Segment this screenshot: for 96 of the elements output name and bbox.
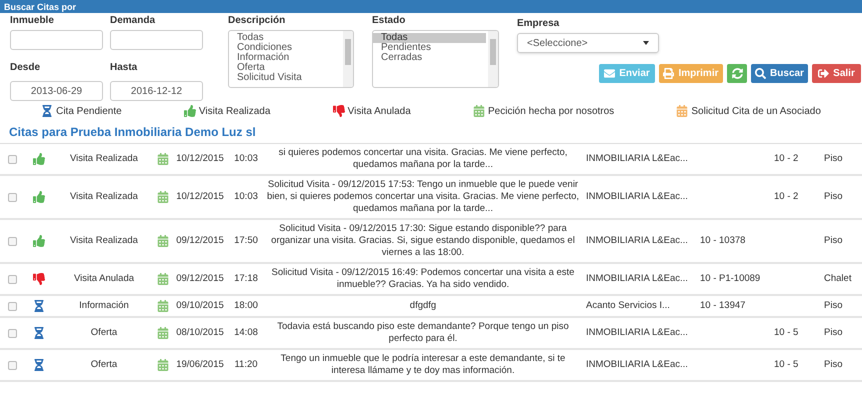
date-field[interactable]: 2013-06-29 xyxy=(10,81,103,101)
table-cell-text: 10 - 5 xyxy=(773,358,800,372)
select-dropdown[interactable]: <Seleccione> xyxy=(517,33,659,53)
legend-label: Visita Anulada xyxy=(348,104,411,118)
list-option[interactable]: Información xyxy=(229,53,341,63)
exit-icon xyxy=(818,68,830,79)
table-cell-text: Solicitud Visita - 09/12/2015 17:53: Tengo un inmueble que le puede venir bien, si quieres podemos concertar una visita. Gracias. Me viene perfecto, quedamos mañana por la tarde... xyxy=(266,179,580,215)
table-cell-text: Acanto Servicios I... xyxy=(585,299,671,313)
search-button[interactable]: Buscar xyxy=(751,64,808,83)
list-option[interactable]: Solicitud Visita xyxy=(229,73,341,83)
input-field[interactable] xyxy=(10,30,103,50)
caret-icon xyxy=(643,41,649,45)
exit-button[interactable]: Salir xyxy=(812,64,861,83)
table-cell-text: Piso xyxy=(824,299,844,313)
table-cell-text: Piso xyxy=(824,326,844,340)
list-option[interactable]: Cerradas xyxy=(373,53,486,63)
list-option[interactable]: Condiciones xyxy=(229,43,341,53)
table-cell-text: INMOBILIARIA L&Eac... xyxy=(585,358,689,372)
table-cell-text: Todavia está buscando piso este demandante? Porque tengo un piso perfecto para él. xyxy=(276,321,570,346)
table-cell-text: 17:18 xyxy=(233,272,259,286)
table-cell-text: INMOBILIARIA L&Eac... xyxy=(585,326,689,340)
table-cell-text: Piso xyxy=(824,358,844,372)
row-checkbox[interactable] xyxy=(8,302,16,311)
table-cell-text: Solicitud Visita - 09/12/2015 16:49: Podemos concertar una visita a este inmueble?? Gracias. Ya ha sido vendido. xyxy=(270,267,576,291)
table-cell-text: 09/12/2015 xyxy=(175,272,225,286)
input-field[interactable] xyxy=(110,30,203,50)
row-checkbox[interactable] xyxy=(8,360,16,370)
section-heading: Citas para Prueba Inmobiliaria Demo Luz sl xyxy=(9,124,256,141)
field-label: Empresa xyxy=(517,17,560,30)
table-cell-text: Piso xyxy=(824,234,844,248)
field-label: Desde xyxy=(10,62,40,73)
table-cell-text: 10/12/2015 xyxy=(175,152,225,166)
table-cell-text: Solicitud Visita - 09/12/2015 17:30: Sigue estando disponible?? para organizar una visita. Gracias. Si, sigue estando disponible, quedamos el viernes a las 18:00. xyxy=(270,223,576,259)
list-option[interactable]: Oferta xyxy=(229,63,341,73)
list-option[interactable]: Todas xyxy=(373,33,486,43)
table-cell-text: 18:00 xyxy=(233,299,259,313)
field-label: Estado xyxy=(372,14,406,27)
table-cell-text: 10 - 2 xyxy=(773,190,800,204)
field-label: Descripción xyxy=(228,14,286,27)
table-cell-text: Visita Realizada xyxy=(69,190,139,204)
search-icon xyxy=(755,68,766,79)
field-label: Inmueble xyxy=(10,14,55,27)
field-label: Hasta xyxy=(110,62,138,73)
table-cell-text: 10 - 2 xyxy=(773,152,800,166)
list-option[interactable]: Todas xyxy=(229,33,341,43)
table-cell-text: 14:08 xyxy=(233,326,259,340)
table-cell-text: INMOBILIARIA L&Eac... xyxy=(585,272,689,286)
envelope-icon xyxy=(604,68,616,79)
row-checkbox[interactable] xyxy=(8,236,16,246)
table-cell-text: Piso xyxy=(824,190,844,204)
table-cell-text: 09/10/2015 xyxy=(175,299,225,313)
scrollbar[interactable] xyxy=(343,31,353,87)
legend-label: Pecición hecha por nosotros xyxy=(488,104,614,118)
table-cell-text: 10:03 xyxy=(233,152,259,166)
table-cell-text: 08/10/2015 xyxy=(175,326,225,340)
table-cell-text: 17:50 xyxy=(233,234,259,248)
table-cell-text: 10/12/2015 xyxy=(175,190,225,204)
refresh-icon xyxy=(732,68,742,79)
panel-title: Buscar Citas por xyxy=(4,2,76,12)
table-cell-text: si quieres podemos concertar una visita. Gracias. Me viene perfecto, quedamos mañana por la tarde... xyxy=(278,147,568,171)
table-cell-text: 10 - 10378 xyxy=(699,234,746,248)
legend-label: Cita Pendiente xyxy=(56,104,122,118)
table-cell-text: 19/06/2015 xyxy=(175,358,225,372)
table-cell-text: Tengo un inmueble que le podría interesar a este demandante, si te interesa llámame y te doy mas información. xyxy=(280,353,566,378)
date-field[interactable]: 2016-12-12 xyxy=(110,81,203,101)
field-label: Demanda xyxy=(110,14,156,27)
listbox[interactable]: Todas Condiciones Información Oferta Solicitud Visita xyxy=(228,30,354,88)
table-cell-text: 09/12/2015 xyxy=(175,234,225,248)
table-cell-text: INMOBILIARIA L&Eac... xyxy=(585,190,689,204)
refresh-button[interactable] xyxy=(727,64,747,83)
table-cell-text: 10 - P1-10089 xyxy=(699,272,762,286)
table-cell-text: Visita Realizada xyxy=(69,152,139,166)
table-cell-text: INMOBILIARIA L&Eac... xyxy=(585,152,689,166)
row-checkbox[interactable] xyxy=(8,328,16,338)
table-cell-text: Visita Realizada xyxy=(69,234,139,248)
table-cell-text: Oferta xyxy=(90,326,118,340)
table-cell-text: dfgdfg xyxy=(408,300,438,312)
table-cell-text: Piso xyxy=(824,152,844,166)
list-option[interactable]: Pendientes xyxy=(373,43,486,53)
row-checkbox[interactable] xyxy=(8,154,16,164)
table-cell-text: Información xyxy=(78,299,130,313)
table-cell-text: 10:03 xyxy=(233,190,259,204)
table-cell-text: 10 - 13947 xyxy=(699,299,746,313)
table-cell-text: Oferta xyxy=(90,358,118,372)
legend-label: Visita Realizada xyxy=(198,104,270,118)
legend-label: Solicitud Cita de un Asociado xyxy=(691,104,821,118)
table-cell-text: Chalet xyxy=(824,272,852,286)
printer-icon xyxy=(663,68,674,79)
listbox[interactable]: Todas Pendientes Cerradas xyxy=(372,30,499,88)
scrollbar[interactable] xyxy=(488,31,498,87)
table-cell-text: 11:20 xyxy=(233,358,259,372)
table-cell-text: Visita Anulada xyxy=(72,272,136,286)
row-checkbox[interactable] xyxy=(8,192,16,202)
table-cell-text: 10 - 5 xyxy=(773,326,800,340)
table-cell-text: INMOBILIARIA L&Eac... xyxy=(585,234,689,248)
row-checkbox[interactable] xyxy=(8,274,16,284)
